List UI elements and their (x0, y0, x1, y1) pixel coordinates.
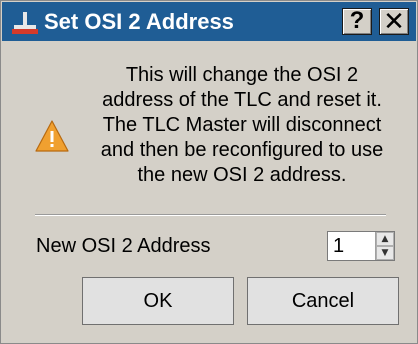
osi-address-label: New OSI 2 Address (36, 235, 211, 257)
close-button[interactable]: ✕ (379, 8, 409, 35)
osi-address-value[interactable]: 1 (333, 235, 344, 257)
dialog-title: Set OSI 2 Address (44, 9, 234, 34)
close-icon: ✕ (383, 6, 405, 36)
spinbox-arrows: ▲ ▼ (375, 232, 394, 260)
separator (35, 214, 386, 216)
title-bar[interactable]: Set OSI 2 Address ? ✕ (2, 2, 416, 41)
tlc-app-icon (12, 12, 38, 34)
warning-message: This will change the OSI 2 address of th… (100, 64, 384, 186)
cancel-button[interactable]: Cancel (247, 277, 399, 325)
spin-down-button[interactable]: ▼ (376, 246, 394, 260)
dialog-window: Set OSI 2 Address ? ✕ This will change t… (0, 0, 418, 344)
osi-address-spinbox[interactable]: 1 ▲ ▼ (327, 231, 395, 261)
help-button[interactable]: ? (342, 8, 372, 35)
ok-button[interactable]: OK (82, 277, 234, 325)
warning-icon (35, 120, 69, 152)
spin-up-button[interactable]: ▲ (376, 232, 394, 246)
